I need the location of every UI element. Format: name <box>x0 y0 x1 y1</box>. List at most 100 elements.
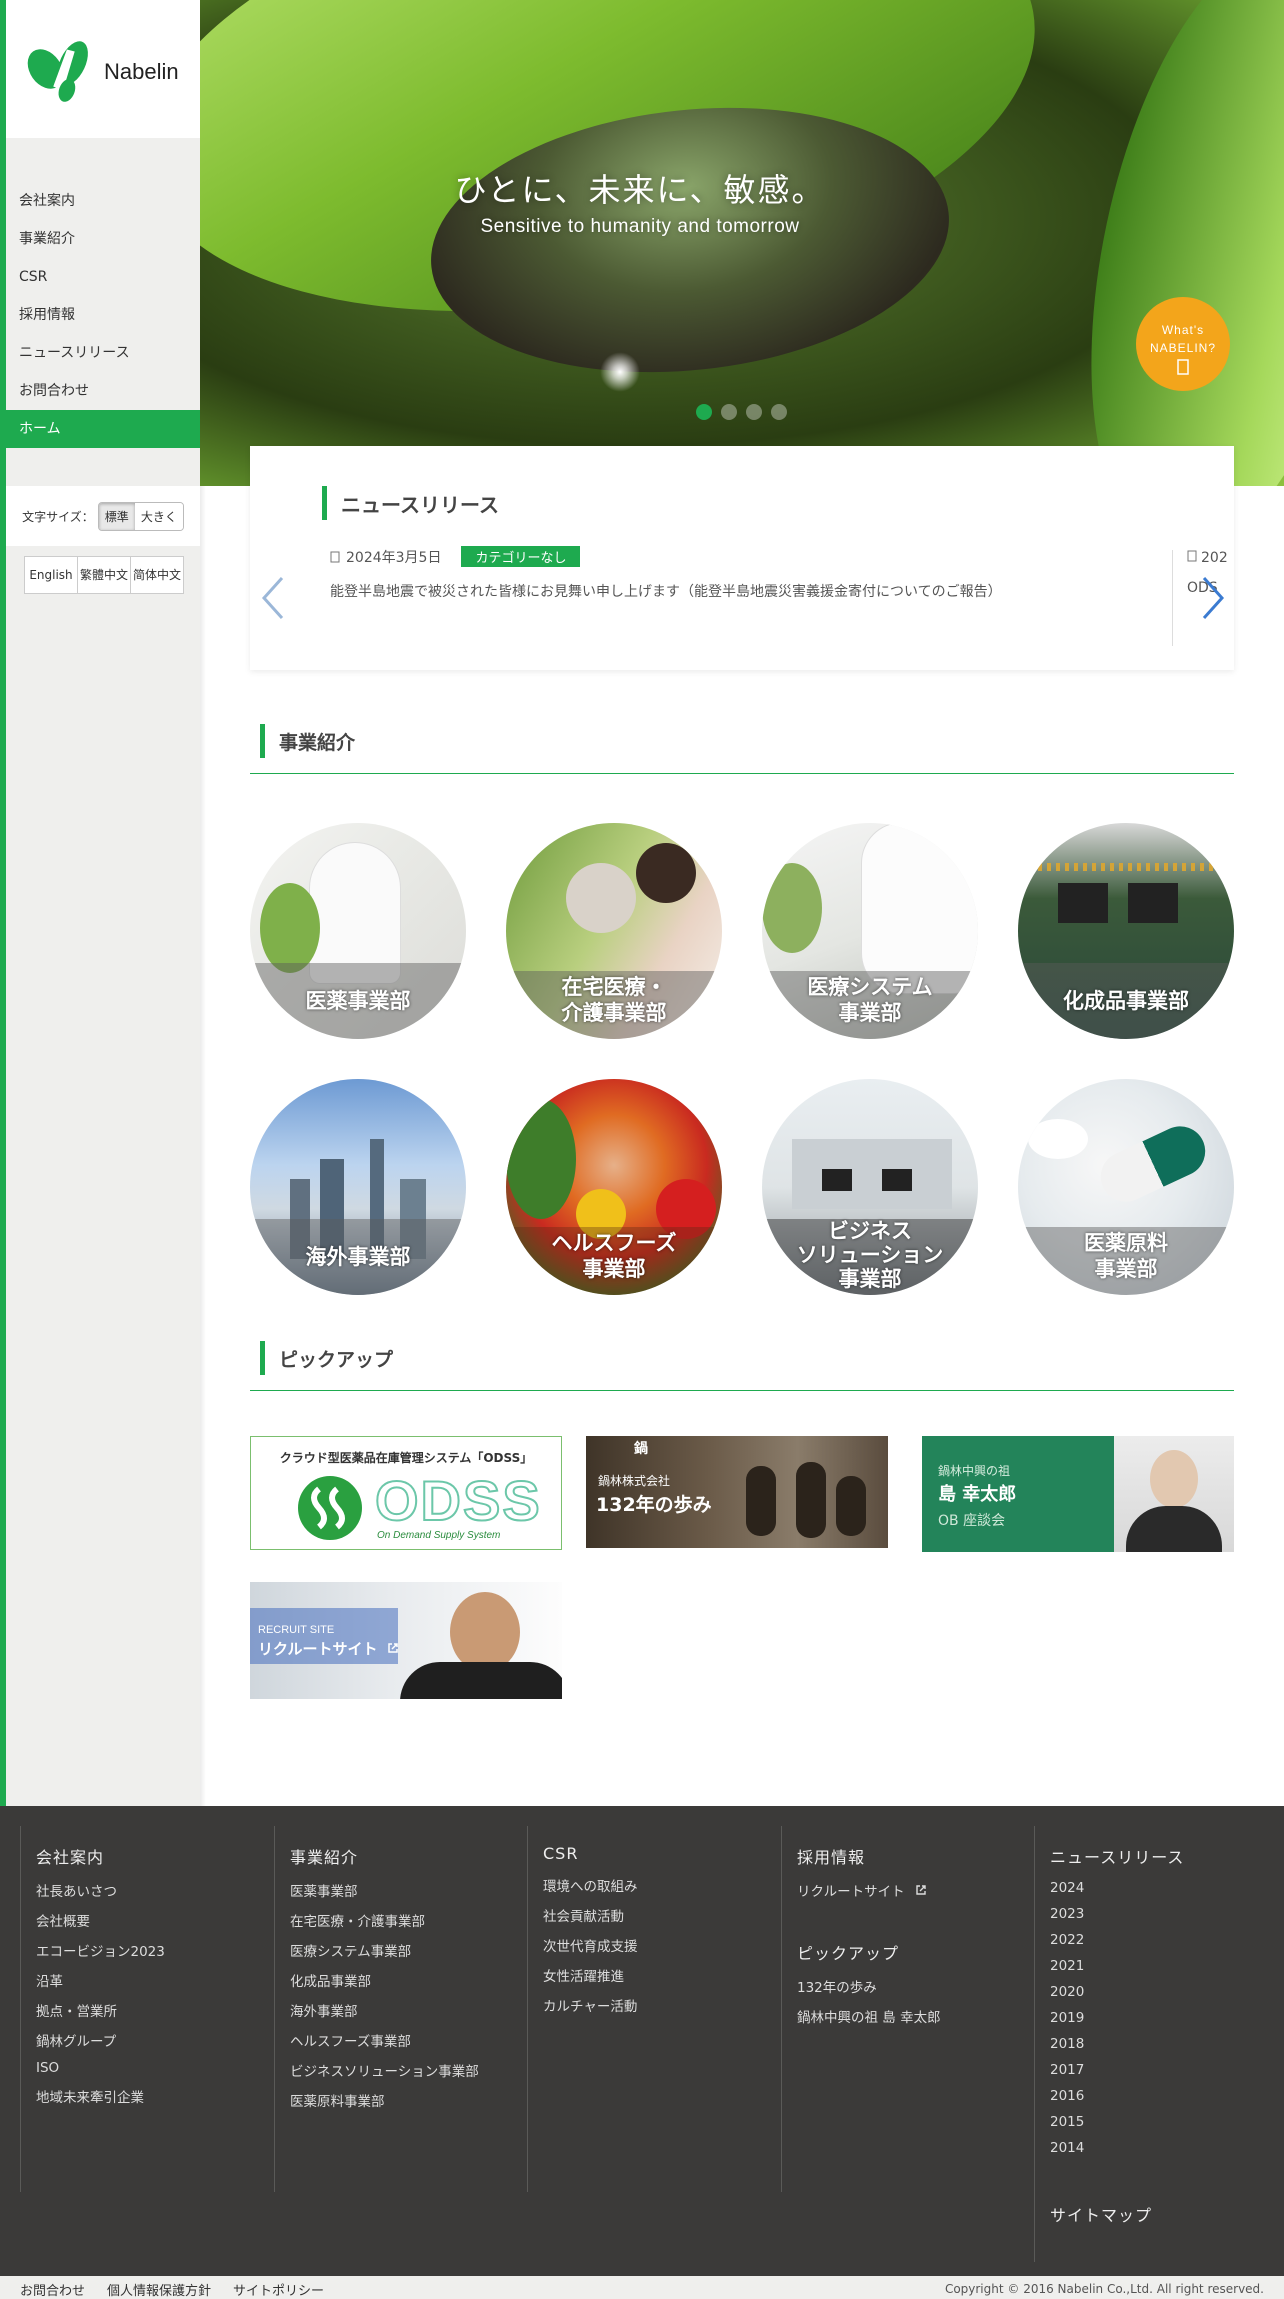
font-size-normal-button[interactable]: 標準 <box>98 502 135 530</box>
logo[interactable]: Nabelin <box>6 0 200 138</box>
footer-links: 132年の歩み 鍋林中興の祖 島 幸太郎 <box>797 1976 1035 2026</box>
next-arrow-icon[interactable] <box>1198 576 1228 620</box>
lang-traditional-chinese[interactable]: 繁體中文 <box>78 557 131 593</box>
business-homecare[interactable]: 在宅医療・ 介護事業部 <box>506 823 722 1039</box>
footer-link-year[interactable]: 2017 <box>1050 2062 1284 2078</box>
footer-link[interactable]: 鍋林グループ <box>36 2030 274 2050</box>
nav-item-home[interactable]: ホーム <box>6 410 200 448</box>
footer-link[interactable]: リクルートサイト <box>797 1880 1035 1900</box>
footer-link[interactable]: カルチャー活動 <box>543 1995 781 2015</box>
footer-link[interactable]: 沿革 <box>36 1970 274 1990</box>
footer-link[interactable]: 会社概要 <box>36 1910 274 1930</box>
footer-link-year[interactable]: 2015 <box>1050 2114 1284 2130</box>
news-text[interactable]: 能登半島地震で被災された皆様にお見舞い申し上げます（能登半島地震災害義援金寄付に… <box>330 581 1170 601</box>
pickup-history[interactable]: 鍋 鍋林株式会社 132年の歩み <box>586 1436 888 1548</box>
footer-link[interactable]: 医薬事業部 <box>290 1880 528 1900</box>
footer-link[interactable]: 鍋林中興の祖 島 幸太郎 <box>797 2006 1035 2026</box>
footer-link-year[interactable]: 2018 <box>1050 2036 1284 2052</box>
footer-link-year[interactable]: 2020 <box>1050 1984 1284 2000</box>
slider-dot[interactable] <box>696 404 712 420</box>
vegetable-shape <box>506 1099 576 1219</box>
business-label-line1: 在宅医療・ <box>561 975 667 999</box>
pickup-odss[interactable]: クラウド型医薬品在庫管理システム「ODSS」 ODSS On Demand Su… <box>250 1436 562 1550</box>
bottom-link-policy[interactable]: サイトポリシー <box>233 2280 324 2299</box>
footer-link[interactable]: 社長あいさつ <box>36 1880 274 1900</box>
footer-link[interactable]: 環境への取組み <box>543 1875 781 1895</box>
footer-col-title[interactable]: CSR <box>543 1844 781 1863</box>
footer-link-year[interactable]: 2021 <box>1050 1958 1284 1974</box>
business-solutions[interactable]: ビジネス ソリューション 事業部 <box>762 1079 978 1295</box>
slider-dot[interactable] <box>771 404 787 420</box>
footer-link-year[interactable]: 2016 <box>1050 2088 1284 2104</box>
footer-link[interactable]: 医薬原料事業部 <box>290 2090 528 2110</box>
bottom-link-privacy[interactable]: 個人情報保護方針 <box>107 2280 211 2299</box>
business-overseas[interactable]: 海外事業部 <box>250 1079 466 1295</box>
bottom-link-contact[interactable]: お問合わせ <box>20 2280 85 2299</box>
footer-link[interactable]: ビジネスソリューション事業部 <box>290 2060 528 2080</box>
font-size-large-button[interactable]: 大きく <box>134 502 183 530</box>
nav-item-csr[interactable]: CSR <box>6 258 200 296</box>
doctor-shape <box>862 823 978 993</box>
business-medical-system[interactable]: 医療システム 事業部 <box>762 823 978 1039</box>
footer-link-year[interactable]: 2023 <box>1050 1906 1284 1922</box>
footer-sitemap[interactable]: サイトマップ <box>1050 2202 1284 2226</box>
business-label-line3: 事業部 <box>838 1267 902 1291</box>
slider-dot[interactable] <box>721 404 737 420</box>
lang-simplified-chinese[interactable]: 简体中文 <box>131 557 183 593</box>
news-category-badge[interactable]: カテゴリーなし <box>461 546 581 567</box>
external-link-icon <box>388 1643 398 1653</box>
pickup-recruit[interactable]: RECRUIT SITE リクルートサイト <box>250 1582 562 1699</box>
whats-nabelin-button[interactable]: What's NABELIN? <box>1136 297 1230 391</box>
footer-link[interactable]: 社会貢献活動 <box>543 1905 781 1925</box>
footer-link-year[interactable]: 2019 <box>1050 2010 1284 2026</box>
footer-link-year[interactable]: 2022 <box>1050 1932 1284 1948</box>
person-shape <box>566 863 636 933</box>
founder-name: 島 幸太郎 <box>938 1484 1017 1505</box>
business-label-line1: 医療システム <box>807 975 933 999</box>
business-health-foods[interactable]: ヘルスフーズ 事業部 <box>506 1079 722 1295</box>
footer-link[interactable]: 化成品事業部 <box>290 1970 528 1990</box>
pickup-founder[interactable]: 鍋林中興の祖 島 幸太郎 OB 座談会 <box>922 1436 1234 1552</box>
footer-link[interactable]: 拠点・営業所 <box>36 2000 274 2020</box>
footer-link[interactable]: 次世代育成支援 <box>543 1935 781 1955</box>
business-pharma-materials[interactable]: 医薬原料 事業部 <box>1018 1079 1234 1295</box>
business-pharma[interactable]: 医薬事業部 <box>250 823 466 1039</box>
footer-subtitle-pickup[interactable]: ピックアップ <box>797 1940 1035 1964</box>
footer-link[interactable]: エコービジョン2023 <box>36 1940 274 1960</box>
footer: 会社案内 社長あいさつ 会社概要 エコービジョン2023 沿革 拠点・営業所 鍋… <box>0 1806 1284 2276</box>
nav-item-news[interactable]: ニュースリリース <box>6 334 200 372</box>
footer-link[interactable]: 海外事業部 <box>290 2000 528 2020</box>
footer-link-year[interactable]: 2014 <box>1050 2140 1284 2156</box>
news-item[interactable]: 2024年3月5日 カテゴリーなし 能登半島地震で被災された皆様にお見舞い申し上… <box>330 546 1170 601</box>
footer-link[interactable]: 医療システム事業部 <box>290 1940 528 1960</box>
footer-link[interactable]: 在宅医療・介護事業部 <box>290 1910 528 1930</box>
footer-link-year[interactable]: 2024 <box>1050 1880 1284 1896</box>
lang-english[interactable]: English <box>25 557 78 593</box>
business-chemicals[interactable]: 化成品事業部 <box>1018 823 1234 1039</box>
footer-link[interactable]: 女性活躍推進 <box>543 1965 781 1985</box>
footer-link[interactable]: ISO <box>36 2060 274 2076</box>
history-company: 鍋林株式会社 <box>598 1474 671 1488</box>
prev-arrow-icon[interactable] <box>258 576 288 620</box>
nav-item-recruit[interactable]: 採用情報 <box>6 296 200 334</box>
face-shape <box>1150 1450 1198 1508</box>
nav-item-business[interactable]: 事業紹介 <box>6 220 200 258</box>
nav-item-company[interactable]: 会社案内 <box>6 182 200 220</box>
footer-link[interactable]: 地域未来牽引企業 <box>36 2086 274 2106</box>
footer-links: 2024 2023 2022 2021 2020 2019 2018 2017 … <box>1050 1880 1284 2156</box>
footer-link[interactable]: ヘルスフーズ事業部 <box>290 2030 528 2050</box>
business-label: 化成品事業部 <box>1063 989 1189 1013</box>
footer-col-title[interactable]: 事業紹介 <box>290 1844 528 1868</box>
nav-item-contact[interactable]: お問合わせ <box>6 372 200 410</box>
slider-dot[interactable] <box>746 404 762 420</box>
footer-link[interactable]: 132年の歩み <box>797 1976 1035 1996</box>
pickup-heading: ピックアップ <box>260 1341 393 1375</box>
hero-subtitle: Sensitive to humanity and tomorrow <box>480 216 800 237</box>
recruit-title-text: リクルートサイト <box>258 1640 378 1658</box>
suit-shape <box>400 1662 562 1699</box>
footer-col-title[interactable]: 採用情報 <box>797 1844 1035 1868</box>
hero-slider[interactable]: ひとに、未来に、敏感。 Sensitive to humanity and to… <box>200 0 1284 486</box>
business-heading: 事業紹介 <box>260 724 355 758</box>
footer-col-title[interactable]: ニュースリリース <box>1050 1844 1284 1868</box>
footer-col-title[interactable]: 会社案内 <box>36 1844 274 1868</box>
